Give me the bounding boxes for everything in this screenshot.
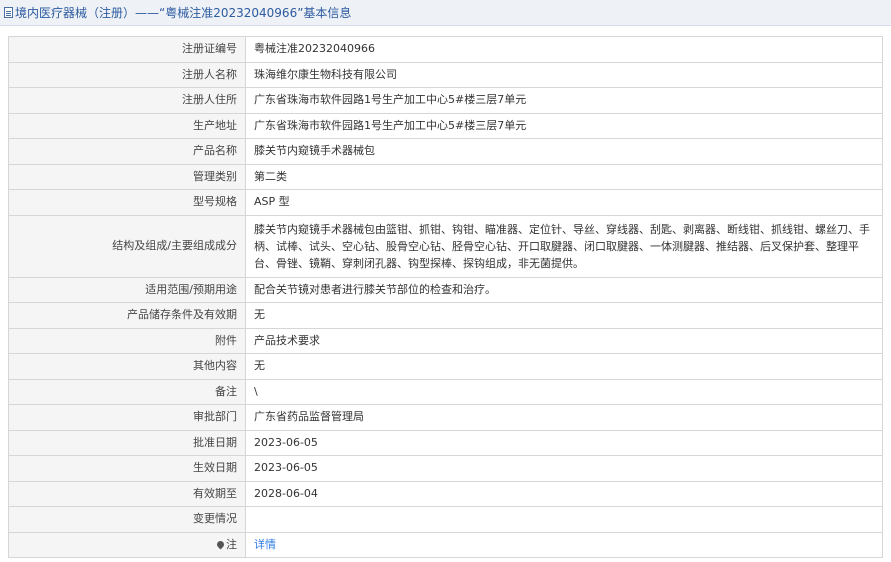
row-value: \ bbox=[245, 378, 883, 405]
row-value: 配合关节镜对患者进行膝关节部位的检查和治疗。 bbox=[245, 276, 883, 303]
row-label: 产品名称 bbox=[8, 138, 246, 165]
page-title: 境内医疗器械（注册）——“粤械注准20232040966”基本信息 bbox=[15, 6, 352, 20]
row-value: 2023-06-05 bbox=[245, 455, 883, 482]
table-row-intended-use: 适用范围/预期用途 配合关节镜对患者进行膝关节部位的检查和治疗。 bbox=[8, 276, 883, 303]
info-table-container: 注册证编号 粤械注准20232040966 注册人名称 珠海维尔康生物科技有限公… bbox=[8, 36, 883, 558]
table-row-structure-composition: 结构及组成/主要组成成分 膝关节内窥镜手术器械包由篮钳、抓钳、钩钳、瞄准器、定位… bbox=[8, 214, 883, 278]
row-label: 注册证编号 bbox=[8, 36, 246, 63]
row-label: 批准日期 bbox=[8, 429, 246, 456]
table-row-approval-date: 批准日期 2023-06-05 bbox=[8, 429, 883, 456]
page-header: 境内医疗器械（注册）——“粤械注准20232040966”基本信息 bbox=[0, 0, 891, 26]
row-label: 有效期至 bbox=[8, 480, 246, 507]
row-value: 广东省药品监督管理局 bbox=[245, 404, 883, 431]
row-label: 注册人名称 bbox=[8, 61, 246, 88]
details-link[interactable]: 详情 bbox=[254, 538, 276, 551]
table-row-production-address: 生产地址 广东省珠海市软件园路1号生产加工中心5#楼三层7单元 bbox=[8, 112, 883, 139]
row-value: 粤械注准20232040966 bbox=[245, 36, 883, 63]
row-value: 第二类 bbox=[245, 163, 883, 190]
table-row-registrant-name: 注册人名称 珠海维尔康生物科技有限公司 bbox=[8, 61, 883, 88]
row-value: 无 bbox=[245, 302, 883, 329]
table-row-approval-department: 审批部门 广东省药品监督管理局 bbox=[8, 404, 883, 431]
table-row-valid-until: 有效期至 2028-06-04 bbox=[8, 480, 883, 507]
row-label: 审批部门 bbox=[8, 404, 246, 431]
table-row-product-name: 产品名称 膝关节内窥镜手术器械包 bbox=[8, 138, 883, 165]
table-row-storage-validity: 产品储存条件及有效期 无 bbox=[8, 302, 883, 329]
row-value: 广东省珠海市软件园路1号生产加工中心5#楼三层7单元 bbox=[245, 87, 883, 114]
row-label: 适用范围/预期用途 bbox=[8, 276, 246, 303]
row-label: 管理类别 bbox=[8, 163, 246, 190]
row-value: ASP 型 bbox=[245, 189, 883, 216]
row-value: 无 bbox=[245, 353, 883, 380]
row-label: 变更情况 bbox=[8, 506, 246, 533]
row-label-note: 注 bbox=[8, 531, 246, 558]
table-row-other-content: 其他内容 无 bbox=[8, 353, 883, 380]
row-value: 珠海维尔康生物科技有限公司 bbox=[245, 61, 883, 88]
table-row-attachment: 附件 产品技术要求 bbox=[8, 327, 883, 354]
table-row-change-status: 变更情况 bbox=[8, 506, 883, 533]
row-value: 广东省珠海市软件园路1号生产加工中心5#楼三层7单元 bbox=[245, 112, 883, 139]
row-label: 生产地址 bbox=[8, 112, 246, 139]
row-value: 膝关节内窥镜手术器械包 bbox=[245, 138, 883, 165]
row-label: 其他内容 bbox=[8, 353, 246, 380]
table-row-management-category: 管理类别 第二类 bbox=[8, 163, 883, 190]
table-row-remarks: 备注 \ bbox=[8, 378, 883, 405]
pin-icon bbox=[215, 539, 226, 550]
note-label: 注 bbox=[226, 537, 237, 551]
row-value: 2028-06-04 bbox=[245, 480, 883, 507]
row-label: 型号规格 bbox=[8, 189, 246, 216]
table-row-model-spec: 型号规格 ASP 型 bbox=[8, 189, 883, 216]
row-label: 注册人住所 bbox=[8, 87, 246, 114]
row-label: 结构及组成/主要组成成分 bbox=[8, 214, 246, 278]
row-label: 生效日期 bbox=[8, 455, 246, 482]
document-icon bbox=[4, 7, 13, 18]
row-value bbox=[245, 506, 883, 533]
row-label: 附件 bbox=[8, 327, 246, 354]
info-table: 注册证编号 粤械注准20232040966 注册人名称 珠海维尔康生物科技有限公… bbox=[8, 36, 883, 558]
table-row-registrant-address: 注册人住所 广东省珠海市软件园路1号生产加工中心5#楼三层7单元 bbox=[8, 87, 883, 114]
row-label: 备注 bbox=[8, 378, 246, 405]
table-row-registration-number: 注册证编号 粤械注准20232040966 bbox=[8, 36, 883, 63]
row-value: 产品技术要求 bbox=[245, 327, 883, 354]
row-label: 产品储存条件及有效期 bbox=[8, 302, 246, 329]
table-row-effective-date: 生效日期 2023-06-05 bbox=[8, 455, 883, 482]
table-row-note: 注 详情 bbox=[8, 531, 883, 558]
row-value-note: 详情 bbox=[245, 531, 883, 558]
row-value: 膝关节内窥镜手术器械包由篮钳、抓钳、钩钳、瞄准器、定位针、导丝、穿线器、刮匙、剥… bbox=[245, 214, 883, 278]
row-value: 2023-06-05 bbox=[245, 429, 883, 456]
